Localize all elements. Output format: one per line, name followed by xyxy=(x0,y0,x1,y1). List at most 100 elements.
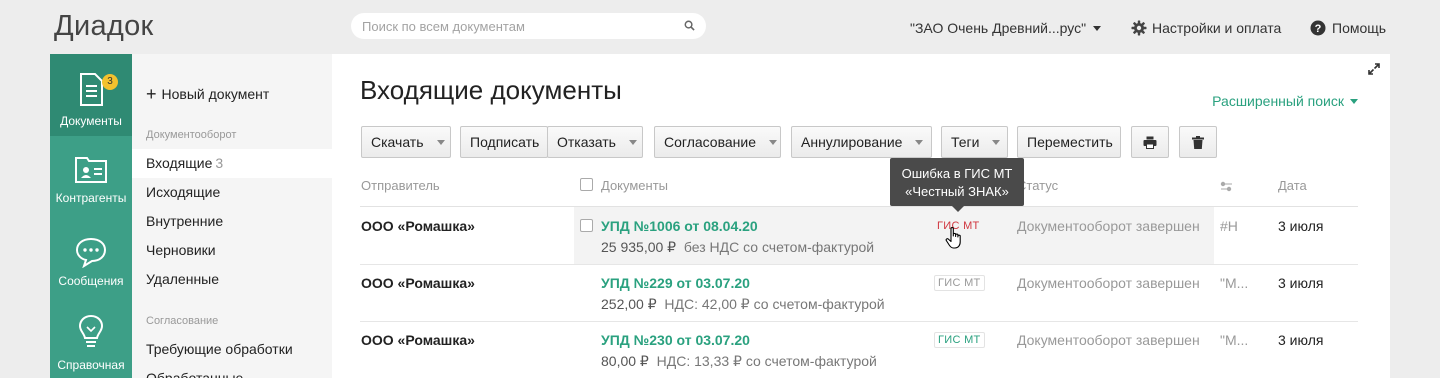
organization-name: "ЗАО Очень Древний...рус" xyxy=(910,20,1087,36)
sidebar-item-drafts[interactable]: Черновики xyxy=(132,236,332,265)
tooltip-arrow xyxy=(952,206,964,212)
row-status: Документооборот завершен xyxy=(1017,275,1200,291)
tag-icon[interactable] xyxy=(1220,181,1233,192)
sidebar-item-label: Внутренние xyxy=(146,213,224,229)
sidebar-item-label: Удаленные xyxy=(146,271,220,287)
nav-rail: 3 Документы Контрагенты Сообщения Справо… xyxy=(50,54,132,378)
approval-label: Согласование xyxy=(664,134,756,150)
column-sender[interactable]: Отправитель xyxy=(361,178,440,193)
sign-button[interactable]: Подписать xyxy=(460,126,548,158)
chevron-down-icon xyxy=(436,140,445,145)
organization-selector[interactable]: "ЗАО Очень Древний...рус" xyxy=(910,20,1102,36)
row-tag: "М... xyxy=(1220,275,1249,291)
section-docflow: Документооборот xyxy=(146,129,237,141)
section-approval: Согласование xyxy=(146,315,219,327)
delete-button[interactable] xyxy=(1179,126,1217,158)
row-date: 3 июля xyxy=(1278,332,1324,348)
rail-label: Сообщения xyxy=(58,274,124,288)
row-amount: 25 935,00 ₽ xyxy=(601,239,677,255)
contact-card-icon xyxy=(75,157,107,183)
row-document-link[interactable]: УПД №1006 от 08.04.20 xyxy=(601,218,758,234)
column-date[interactable]: Дата xyxy=(1278,178,1307,193)
annul-label: Аннулирование xyxy=(801,134,903,150)
row-status: Документооборот завершен xyxy=(1017,218,1200,234)
gis-mt-badge[interactable]: ГИС МТ xyxy=(934,275,985,291)
app-logo[interactable]: Диадок xyxy=(54,10,154,43)
row-checkbox[interactable] xyxy=(580,219,593,232)
rail-item-contractors[interactable]: Контрагенты xyxy=(50,154,132,214)
row-sender: ООО «Ромашка» xyxy=(361,218,475,234)
row-document-link[interactable]: УПД №229 от 03.07.20 xyxy=(601,275,750,291)
expand-icon[interactable] xyxy=(1368,63,1380,75)
incoming-count: 3 xyxy=(215,155,224,171)
svg-text:?: ? xyxy=(1315,23,1322,35)
row-vat-note: без НДС со счетом-фактурой xyxy=(683,239,875,255)
hand-cursor-icon xyxy=(945,227,961,249)
rail-item-reference[interactable]: Справочная xyxy=(50,314,132,378)
plus-icon: + xyxy=(146,84,157,104)
help-link[interactable]: ? Помощь xyxy=(1310,20,1386,36)
search-input[interactable] xyxy=(351,13,651,39)
chevron-down-icon xyxy=(1350,99,1358,104)
tags-button[interactable]: Теги xyxy=(941,126,1008,158)
row-sender: ООО «Ромашка» xyxy=(361,332,475,348)
sidebar-item-internal[interactable]: Внутренние xyxy=(132,207,332,236)
rail-item-messages[interactable]: Сообщения xyxy=(50,236,132,296)
download-label: Скачать xyxy=(371,134,424,150)
download-button[interactable]: Скачать xyxy=(361,126,451,158)
row-sender: ООО «Ромашка» xyxy=(361,275,475,291)
row-tag: "М... xyxy=(1220,332,1249,348)
global-search[interactable] xyxy=(351,13,706,39)
document-icon xyxy=(80,73,103,106)
row-status: Документооборот завершен xyxy=(1017,332,1200,348)
search-icon[interactable] xyxy=(684,20,695,31)
row-vat-note: НДС: 13,33 ₽ со счетом-фактурой xyxy=(656,353,877,369)
column-documents[interactable]: Документы xyxy=(601,178,668,193)
row-document-details: 80,00 ₽ НДС: 13,33 ₽ со счетом-фактурой xyxy=(601,353,877,370)
new-document-button[interactable]: + Новый документ xyxy=(146,84,269,105)
trash-icon xyxy=(1192,136,1204,149)
sidebar-item-label: Исходящие xyxy=(146,184,221,200)
chevron-down-icon xyxy=(992,140,1001,145)
tooltip-line-2: «Честный ЗНАК» xyxy=(905,184,1009,199)
top-bar: Диадок "ЗАО Очень Древний...рус" Настрой… xyxy=(0,0,1440,54)
row-divider xyxy=(360,321,1358,322)
settings-link[interactable]: Настройки и оплата xyxy=(1131,20,1281,36)
row-amount: 80,00 ₽ xyxy=(601,353,649,369)
print-button[interactable] xyxy=(1131,126,1169,158)
new-document-label: Новый документ xyxy=(161,86,270,102)
chevron-down-icon xyxy=(915,140,924,145)
app-frame: 3 Документы Контрагенты Сообщения Справо… xyxy=(50,54,1390,378)
chat-bubble-icon xyxy=(75,237,107,268)
sidebar: + Новый документ Документооборот Входящие… xyxy=(132,54,332,378)
row-document-link[interactable]: УПД №230 от 03.07.20 xyxy=(601,332,750,348)
tags-label: Теги xyxy=(951,134,980,150)
sidebar-item-incoming[interactable]: Входящие 3 xyxy=(132,149,332,178)
sidebar-item-outgoing[interactable]: Исходящие xyxy=(132,178,332,207)
approval-button[interactable]: Согласование xyxy=(654,126,781,158)
sidebar-item-label: Черновики xyxy=(146,242,216,258)
row-document-details: 25 935,00 ₽ без НДС со счетом-фактурой xyxy=(601,239,874,256)
row-vat-note: НДС: 42,00 ₽ со счетом-фактурой xyxy=(664,296,885,312)
gis-error-tooltip: Ошибка в ГИС МТ «Честный ЗНАК» xyxy=(890,158,1024,206)
rail-item-documents[interactable]: 3 Документы xyxy=(50,54,132,136)
sidebar-item-deleted[interactable]: Удаленные xyxy=(132,265,332,294)
advanced-search-link[interactable]: Расширенный поиск xyxy=(1212,93,1358,109)
move-button[interactable]: Переместить xyxy=(1017,126,1121,158)
reject-label: Отказать xyxy=(557,134,616,150)
main-content: Входящие документы Расширенный поиск Ска… xyxy=(332,54,1390,378)
sidebar-item-pending[interactable]: Требующие обработки xyxy=(132,335,332,364)
annul-button[interactable]: Аннулирование xyxy=(791,126,932,158)
question-icon: ? xyxy=(1310,20,1326,36)
gis-mt-badge-ok[interactable]: ГИС МТ xyxy=(934,332,985,348)
gear-icon xyxy=(1131,20,1147,36)
row-date: 3 июля xyxy=(1278,218,1324,234)
sidebar-item-processed[interactable]: Обработанные xyxy=(132,364,332,378)
chevron-down-icon xyxy=(628,140,637,145)
chevron-down-icon xyxy=(769,140,777,145)
reject-button[interactable]: Отказать xyxy=(547,126,643,158)
lightbulb-icon xyxy=(78,314,104,347)
select-all-checkbox[interactable] xyxy=(580,178,593,191)
row-date: 3 июля xyxy=(1278,275,1324,291)
sidebar-item-label: Требующие обработки xyxy=(146,341,293,357)
